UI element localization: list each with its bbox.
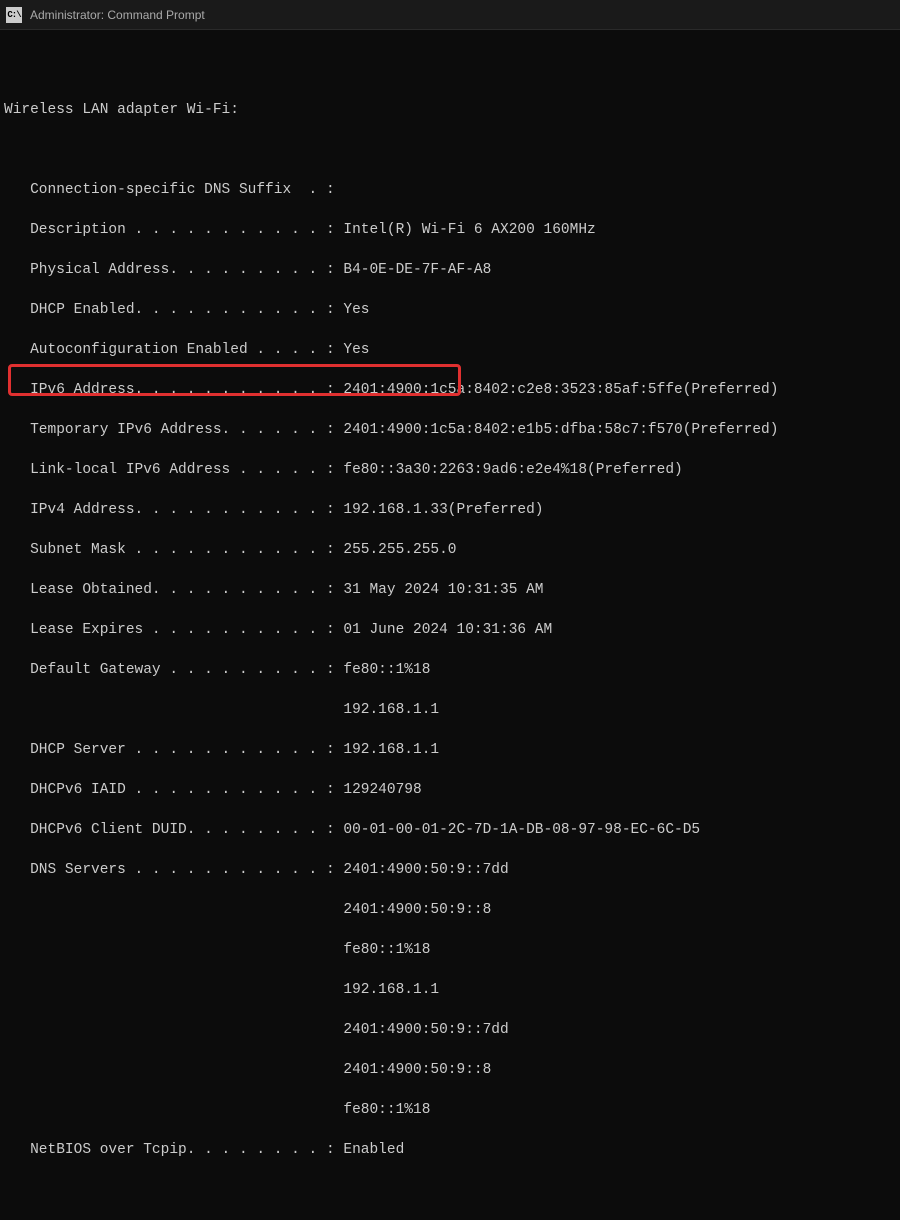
line-value: 2401:4900:1c5a:8402:c2e8:3523:85af:5ffe(… — [343, 382, 778, 398]
line-label: DHCP Enabled. . . . . . . . . . . — [30, 302, 317, 318]
output-line: Autoconfiguration Enabled . . . . : Yes — [4, 340, 900, 360]
line-label: Description . . . . . . . . . . . — [30, 222, 317, 238]
output-line: Description . . . . . . . . . . . : Inte… — [4, 220, 900, 240]
output-line: 192.168.1.1 — [4, 700, 900, 720]
line-value: 2401:4900:50:9::7dd — [343, 862, 508, 878]
line-label: DNS Servers . . . . . . . . . . . — [30, 862, 317, 878]
blank-line — [4, 60, 900, 80]
line-label: Lease Obtained. . . . . . . . . . — [30, 582, 317, 598]
line-label: NetBIOS over Tcpip. . . . . . . . — [30, 1142, 317, 1158]
line-label: Connection-specific DNS Suffix . — [30, 182, 317, 198]
output-line-dhcp-server: DHCP Server . . . . . . . . . . . : 192.… — [4, 740, 900, 760]
line-label: IPv4 Address. . . . . . . . . . . — [30, 502, 317, 518]
line-label — [30, 1062, 317, 1078]
output-line: 2401:4900:50:9::8 — [4, 900, 900, 920]
line-value: 01 June 2024 10:31:36 AM — [343, 622, 552, 638]
titlebar[interactable]: C:\ Administrator: Command Prompt — [0, 0, 900, 30]
line-value: 192.168.1.1 — [343, 742, 439, 758]
line-value: 2401:4900:1c5a:8402:e1b5:dfba:58c7:f570(… — [343, 422, 778, 438]
line-label: DHCPv6 Client DUID. . . . . . . . — [30, 822, 317, 838]
line-value: 2401:4900:50:9::8 — [343, 1062, 491, 1078]
output-line: DHCPv6 Client DUID. . . . . . . . : 00-0… — [4, 820, 900, 840]
line-value: 2401:4900:50:9::8 — [343, 902, 491, 918]
output-line: Subnet Mask . . . . . . . . . . . : 255.… — [4, 540, 900, 560]
output-line: Temporary IPv6 Address. . . . . . : 2401… — [4, 420, 900, 440]
line-label: Physical Address. . . . . . . . . — [30, 262, 317, 278]
output-line: Lease Obtained. . . . . . . . . . : 31 M… — [4, 580, 900, 600]
line-label — [30, 1022, 317, 1038]
line-value: 192.168.1.1 — [343, 982, 439, 998]
line-label: DHCP Server . . . . . . . . . . . — [30, 742, 317, 758]
line-label: IPv6 Address. . . . . . . . . . . — [30, 382, 317, 398]
output-line: 2401:4900:50:9::7dd — [4, 1020, 900, 1040]
line-value: 129240798 — [343, 782, 421, 798]
line-value: B4-0E-DE-7F-AF-A8 — [343, 262, 491, 278]
line-label — [30, 702, 317, 718]
line-value: Yes — [343, 302, 369, 318]
line-value: fe80::1%18 — [343, 1102, 430, 1118]
cmd-icon: C:\ — [6, 7, 22, 23]
line-value: 00-01-00-01-2C-7D-1A-DB-08-97-98-EC-6C-D… — [343, 822, 700, 838]
line-value: 192.168.1.1 — [343, 702, 439, 718]
line-label: Subnet Mask . . . . . . . . . . . — [30, 542, 317, 558]
output-line: 192.168.1.1 — [4, 980, 900, 1000]
line-label — [30, 902, 317, 918]
line-label: Default Gateway . . . . . . . . . — [30, 662, 317, 678]
line-value: Intel(R) Wi-Fi 6 AX200 160MHz — [343, 222, 595, 238]
line-value: Enabled — [343, 1142, 404, 1158]
line-value: fe80::1%18 — [343, 942, 430, 958]
output-line: DNS Servers . . . . . . . . . . . : 2401… — [4, 860, 900, 880]
output-line: IPv6 Address. . . . . . . . . . . : 2401… — [4, 380, 900, 400]
output-line: 2401:4900:50:9::8 — [4, 1060, 900, 1080]
adapter-header: Wireless LAN adapter Wi-Fi: — [4, 100, 900, 120]
output-line: fe80::1%18 — [4, 1100, 900, 1120]
output-line: IPv4 Address. . . . . . . . . . . : 192.… — [4, 500, 900, 520]
output-line: Link-local IPv6 Address . . . . . : fe80… — [4, 460, 900, 480]
output-line: Physical Address. . . . . . . . . : B4-0… — [4, 260, 900, 280]
output-line: DHCP Enabled. . . . . . . . . . . : Yes — [4, 300, 900, 320]
line-value: 2401:4900:50:9::7dd — [343, 1022, 508, 1038]
window-title: Administrator: Command Prompt — [30, 8, 205, 22]
line-value: 192.168.1.33(Preferred) — [343, 502, 543, 518]
line-label: Temporary IPv6 Address. . . . . . — [30, 422, 317, 438]
terminal-output: Wireless LAN adapter Wi-Fi: Connection-s… — [0, 30, 900, 1220]
blank-line — [4, 140, 900, 160]
line-label — [30, 942, 317, 958]
line-label: DHCPv6 IAID . . . . . . . . . . . — [30, 782, 317, 798]
line-value: Yes — [343, 342, 369, 358]
line-label: Autoconfiguration Enabled . . . . — [30, 342, 317, 358]
output-line: Lease Expires . . . . . . . . . . : 01 J… — [4, 620, 900, 640]
line-label — [30, 982, 317, 998]
line-label — [30, 1102, 317, 1118]
line-value: fe80::3a30:2263:9ad6:e2e4%18(Preferred) — [343, 462, 682, 478]
output-line: DHCPv6 IAID . . . . . . . . . . . : 1292… — [4, 780, 900, 800]
line-value: fe80::1%18 — [343, 662, 430, 678]
output-line: Default Gateway . . . . . . . . . : fe80… — [4, 660, 900, 680]
output-line: NetBIOS over Tcpip. . . . . . . . : Enab… — [4, 1140, 900, 1160]
output-line: Connection-specific DNS Suffix . : — [4, 180, 900, 200]
line-value: 255.255.255.0 — [343, 542, 456, 558]
line-label: Lease Expires . . . . . . . . . . — [30, 622, 317, 638]
line-value: 31 May 2024 10:31:35 AM — [343, 582, 543, 598]
output-line: fe80::1%18 — [4, 940, 900, 960]
line-label: Link-local IPv6 Address . . . . . — [30, 462, 317, 478]
